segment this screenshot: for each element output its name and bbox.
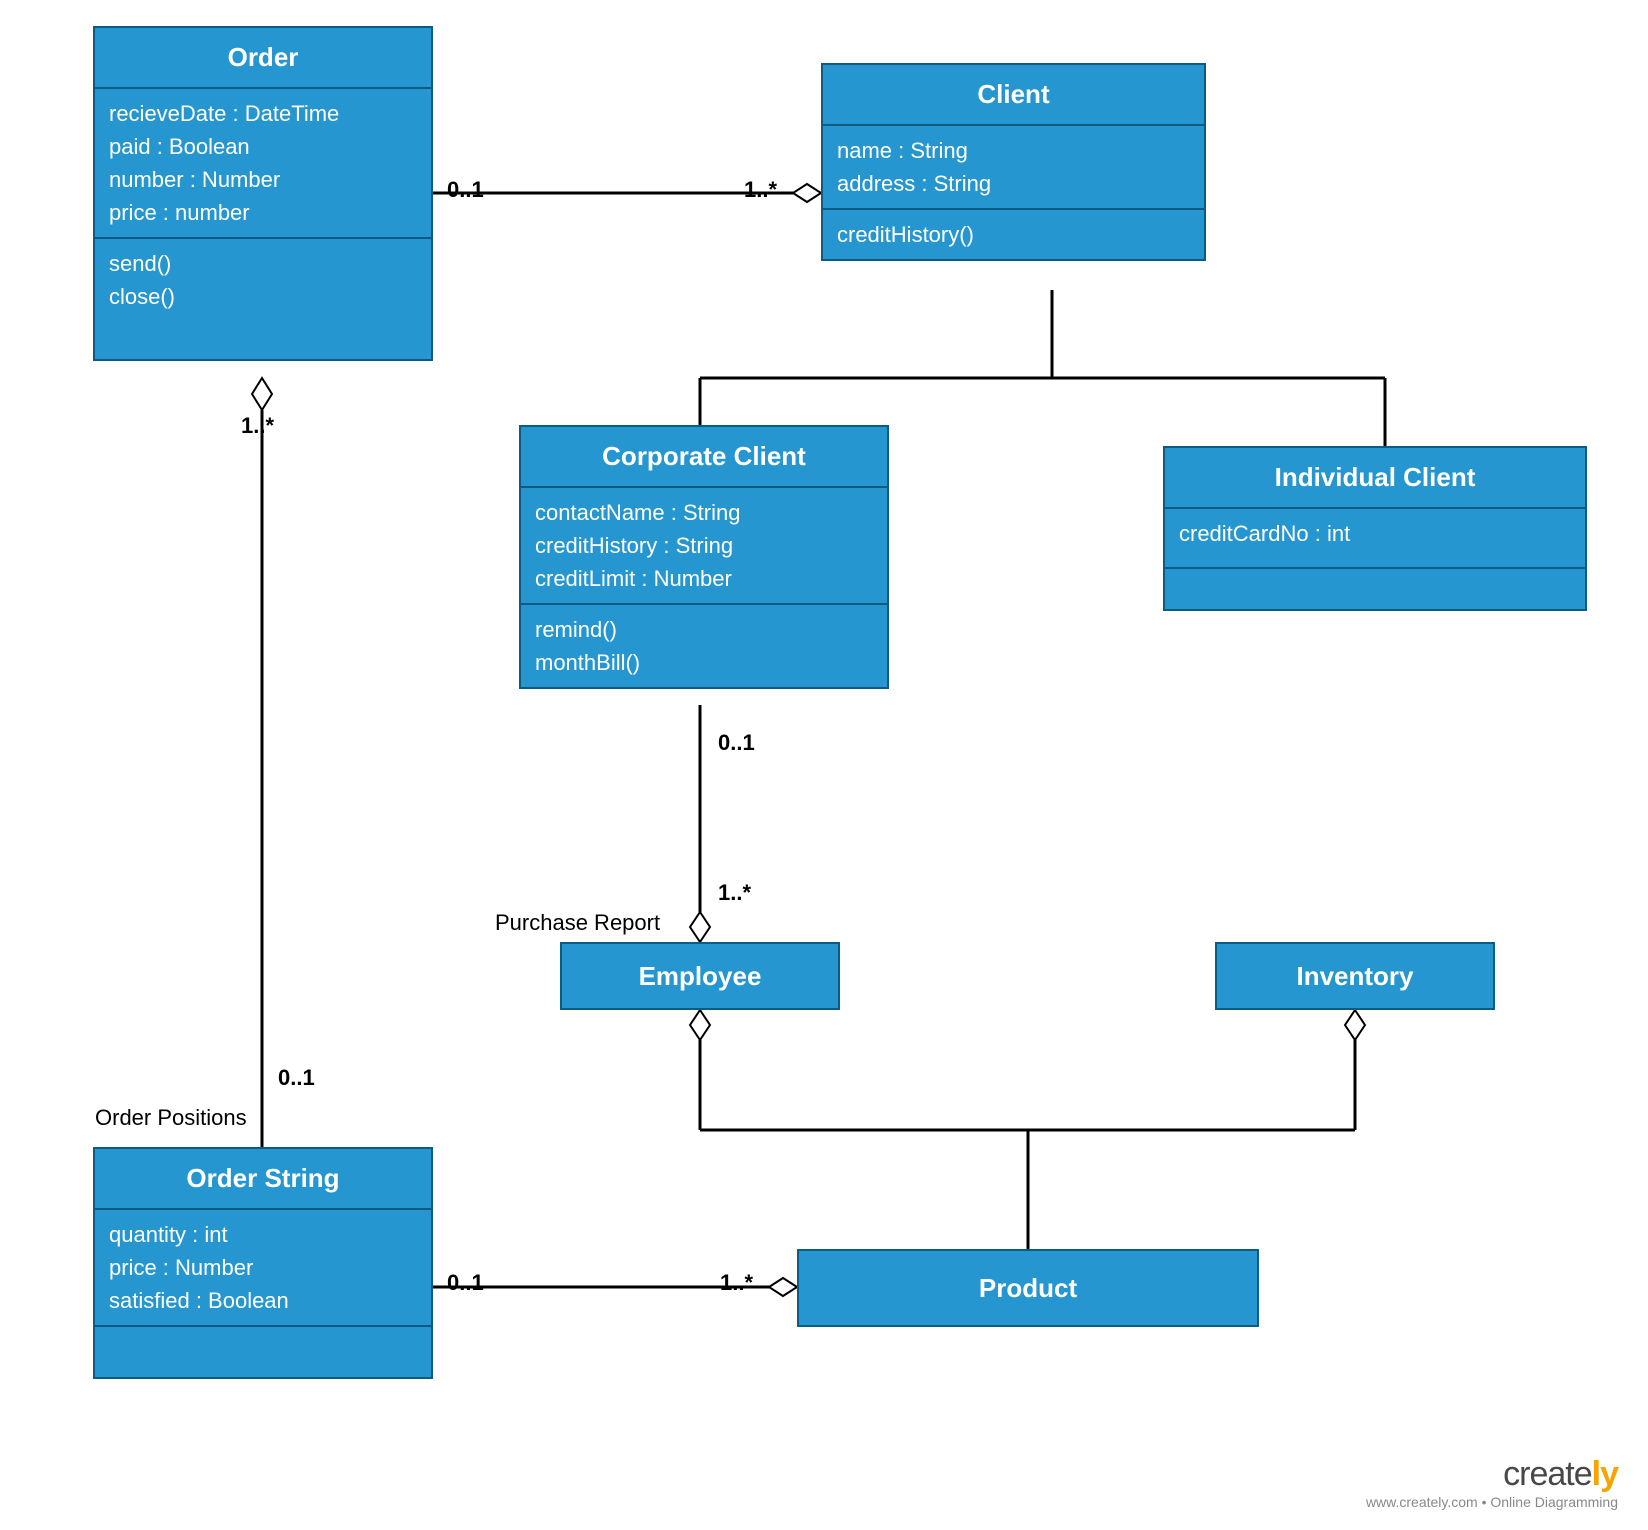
diagram-canvas: Order recieveDate : DateTime paid : Bool… [0,0,1648,1530]
class-individual-client-attrs: creditCardNo : int [1165,509,1585,569]
attr: quantity : int [109,1218,417,1251]
class-corporate-client: Corporate Client contactName : String cr… [519,425,889,689]
class-order-string-methods [95,1327,431,1377]
multiplicity: 1..* [241,413,274,439]
method: close() [109,280,417,313]
class-client-methods: creditHistory() [823,210,1204,259]
attr: creditCardNo : int [1179,517,1571,550]
class-order-string-attrs: quantity : int price : Number satisfied … [95,1210,431,1327]
attr: creditHistory : String [535,529,873,562]
method: monthBill() [535,646,873,679]
class-individual-client: Individual Client creditCardNo : int [1163,446,1587,611]
method: creditHistory() [837,218,1190,251]
class-individual-client-methods [1165,569,1585,609]
multiplicity: 0..1 [278,1065,315,1091]
brand-text: create [1503,1455,1592,1493]
attr: satisfied : Boolean [109,1284,417,1317]
attr: price : Number [109,1251,417,1284]
multiplicity: 1..* [720,1270,753,1296]
multiplicity: 1..* [718,880,751,906]
attr: number : Number [109,163,417,196]
method: remind() [535,613,873,646]
class-employee: Employee [560,942,840,1010]
multiplicity: 0..1 [718,730,755,756]
class-inventory: Inventory [1215,942,1495,1010]
class-corporate-client-methods: remind() monthBill() [521,605,887,687]
class-order-string: Order String quantity : int price : Numb… [93,1147,433,1379]
multiplicity: 0..1 [447,177,484,203]
class-order: Order recieveDate : DateTime paid : Bool… [93,26,433,361]
class-product: Product [797,1249,1259,1327]
attr: creditLimit : Number [535,562,873,595]
class-order-title: Order [95,28,431,89]
class-order-methods: send() close() [95,239,431,359]
attr: price : number [109,196,417,229]
attr: recieveDate : DateTime [109,97,417,130]
attr: address : String [837,167,1190,200]
attr: paid : Boolean [109,130,417,163]
class-corporate-client-attrs: contactName : String creditHistory : Str… [521,488,887,605]
attr: name : String [837,134,1190,167]
class-individual-client-title: Individual Client [1165,448,1585,509]
class-order-attrs: recieveDate : DateTime paid : Boolean nu… [95,89,431,239]
footer-branding: creately www.creately.com • Online Diagr… [1366,1455,1618,1510]
brand-tagline: www.creately.com • Online Diagramming [1366,1494,1618,1510]
assoc-label-order-positions: Order Positions [95,1105,247,1131]
class-client-attrs: name : String address : String [823,126,1204,210]
attr: contactName : String [535,496,873,529]
class-corporate-client-title: Corporate Client [521,427,887,488]
lightbulb-icon: ly [1592,1455,1618,1493]
multiplicity: 1..* [744,177,777,203]
class-order-string-title: Order String [95,1149,431,1210]
class-client: Client name : String address : String cr… [821,63,1206,261]
method: send() [109,247,417,280]
multiplicity: 0..1 [447,1270,484,1296]
class-client-title: Client [823,65,1204,126]
brand-logo: creately [1366,1455,1618,1494]
assoc-label-purchase-report: Purchase Report [495,910,660,936]
